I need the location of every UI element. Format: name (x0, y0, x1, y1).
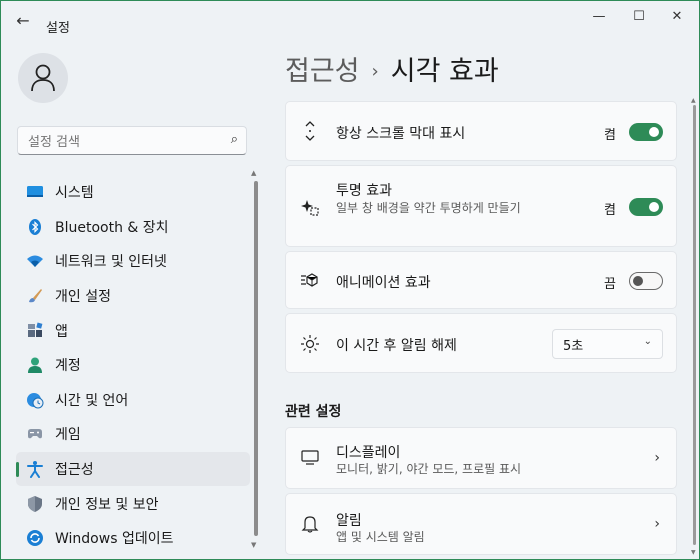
chevron-down-icon: ⌄ (643, 336, 652, 347)
related-item-notifications[interactable]: 알림 앱 및 시스템 알림 › (285, 493, 677, 555)
chevron-right-icon: › (654, 450, 660, 466)
animation-toggle[interactable] (629, 272, 663, 290)
search-icon[interactable]: ⌕ (231, 132, 238, 147)
setting-card-transparency: 투명 효과 일부 창 배경을 약간 투명하게 만들기 켬 (285, 165, 677, 247)
shield-icon (26, 495, 44, 513)
setting-title: 애니메이션 효과 (336, 275, 431, 291)
sidebar-scroll-down[interactable]: ▼ (251, 541, 256, 549)
sidebar-item-label: 앱 (55, 323, 68, 340)
accessibility-icon (26, 460, 44, 479)
sidebar-item-gaming[interactable]: 게임 (16, 417, 250, 452)
display-icon (300, 448, 320, 468)
setting-description: 모니터, 밝기, 야간 모드, 프로필 표시 (336, 462, 522, 476)
setting-title: 항상 스크롤 막대 표시 (336, 126, 466, 142)
sidebar-item-apps[interactable]: 앱 (16, 313, 250, 348)
scroll-arrows-icon (300, 121, 320, 141)
setting-description: 앱 및 시스템 알림 (336, 530, 425, 544)
sidebar-item-privacy-security[interactable]: 개인 정보 및 보안 (16, 486, 250, 521)
page-title: 시각 효과 (390, 56, 499, 87)
content-scrollbar[interactable] (693, 105, 696, 545)
sidebar-item-label: Windows 업데이트 (55, 531, 174, 548)
sidebar-item-label: Bluetooth & 장치 (55, 219, 169, 236)
back-button[interactable]: ← (13, 11, 33, 31)
setting-title: 디스플레이 (336, 445, 401, 461)
sidebar-item-label: 계정 (55, 358, 81, 375)
related-settings-heading: 관련 설정 (285, 404, 342, 420)
sidebar-scrollbar[interactable] (254, 181, 258, 536)
minimize-button[interactable]: — (579, 7, 619, 27)
sidebar-item-time-language[interactable]: 시간 및 언어 (16, 383, 250, 418)
sidebar-item-accessibility[interactable]: 접근성 (16, 451, 250, 487)
notification-timeout-dropdown[interactable]: 5초 ⌄ (552, 329, 663, 359)
setting-title: 알림 (336, 513, 362, 529)
sidebar-item-label: 개인 설정 (55, 289, 111, 306)
content-scroll-up[interactable]: ▲ (691, 97, 696, 104)
bluetooth-icon (26, 218, 44, 236)
related-item-display[interactable]: 디스플레이 모니터, 밝기, 야간 모드, 프로필 표시 › (285, 427, 677, 489)
search-box[interactable]: ⌕ (17, 126, 247, 155)
sidebar-item-label: 게임 (55, 427, 81, 444)
breadcrumb-parent[interactable]: 접근성 (285, 56, 360, 87)
sidebar-item-label: 접근성 (55, 462, 94, 479)
sidebar-item-system[interactable]: 시스템 (16, 175, 250, 210)
sidebar-item-accounts[interactable]: 계정 (16, 348, 250, 383)
sidebar-item-network[interactable]: 네트워크 및 인터넷 (16, 244, 250, 279)
title-bar: ← 설정 — ☐ ✕ (1, 1, 699, 45)
breadcrumb: 접근성 › 시각 효과 (285, 49, 499, 88)
gamepad-icon (26, 425, 44, 443)
sidebar-item-personalization[interactable]: 개인 설정 (16, 279, 250, 314)
search-input[interactable] (26, 131, 220, 153)
sidebar-item-bluetooth[interactable]: Bluetooth & 장치 (16, 210, 250, 245)
sparkle-icon (300, 197, 320, 217)
sidebar-item-label: 시간 및 언어 (55, 392, 129, 409)
maximize-button[interactable]: ☐ (619, 7, 659, 27)
toggle-state-label: 끔 (604, 277, 616, 292)
sidebar-item-label: 시스템 (55, 185, 94, 202)
app-title: 설정 (46, 21, 70, 36)
sidebar-item-label: 개인 정보 및 보안 (55, 496, 159, 513)
bell-icon (300, 514, 320, 534)
arrow-left-icon: ← (16, 11, 30, 30)
sun-icon (300, 334, 320, 354)
account-icon (26, 356, 44, 374)
transparency-toggle[interactable] (629, 198, 663, 216)
wifi-icon (26, 252, 44, 270)
breadcrumb-separator: › (371, 61, 379, 82)
avatar[interactable] (18, 53, 68, 103)
close-button[interactable]: ✕ (657, 7, 697, 27)
animation-icon (300, 271, 320, 291)
person-icon (31, 64, 55, 92)
sidebar-item-label: 네트워크 및 인터넷 (55, 254, 167, 271)
setting-card-notification-timeout: 이 시간 후 알림 해제 5초 ⌄ (285, 313, 677, 373)
monitor-icon (26, 183, 44, 201)
content-scroll-down[interactable]: ▼ (691, 549, 696, 556)
setting-title: 투명 효과 (336, 183, 392, 199)
sidebar-item-windows-update[interactable]: Windows 업데이트 (16, 521, 250, 556)
scrollbars-toggle[interactable] (629, 123, 663, 141)
setting-description: 일부 창 배경을 약간 투명하게 만들기 (336, 201, 521, 215)
dropdown-value: 5초 (563, 339, 584, 354)
setting-title: 이 시간 후 알림 해제 (336, 338, 457, 354)
settings-window: ← 설정 — ☐ ✕ ⌕ 시스템 Bluetooth & 장치 (0, 0, 700, 560)
setting-card-scrollbars: 항상 스크롤 막대 표시 켬 (285, 101, 677, 161)
toggle-state-label: 켬 (604, 203, 616, 218)
toggle-state-label: 켬 (604, 128, 616, 143)
apps-icon (26, 322, 44, 340)
sidebar-scroll-up[interactable]: ▲ (251, 169, 256, 177)
setting-card-animation: 애니메이션 효과 끔 (285, 251, 677, 309)
update-icon (26, 529, 44, 547)
chevron-right-icon: › (654, 516, 660, 532)
brush-icon (26, 287, 44, 305)
sidebar-nav: 시스템 Bluetooth & 장치 네트워크 및 인터넷 개인 설정 앱 계정… (16, 175, 250, 556)
clock-globe-icon (26, 391, 44, 409)
selection-indicator (16, 461, 19, 477)
